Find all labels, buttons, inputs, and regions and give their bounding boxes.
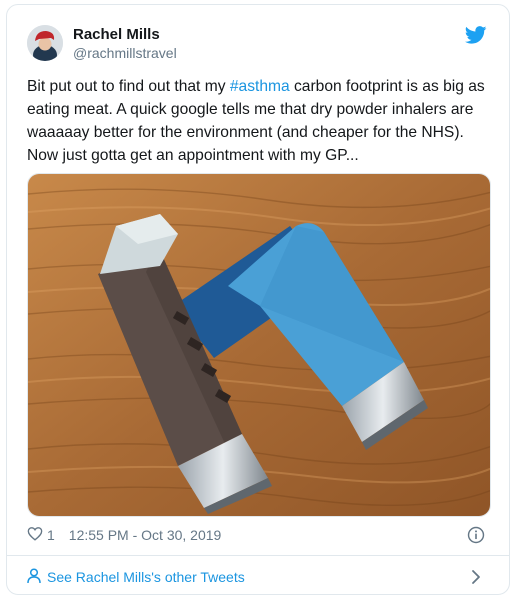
avatar[interactable]	[27, 25, 63, 61]
tweet-text-before-tag: Bit put out to find out that my	[27, 78, 230, 95]
info-circle-icon[interactable]	[467, 526, 485, 549]
see-more-tweets-link[interactable]: See Rachel Mills's other Tweets	[27, 564, 495, 590]
hashtag-link[interactable]: #asthma	[230, 78, 290, 95]
like-count[interactable]: 1	[47, 527, 55, 543]
avatar-image	[27, 25, 63, 61]
inhalers-photo-image	[28, 174, 490, 516]
heart-outline-icon[interactable]	[27, 526, 43, 544]
see-more-tweets-label[interactable]: See Rachel Mills's other Tweets	[47, 569, 245, 585]
chevron-right-icon[interactable]	[471, 569, 481, 590]
tweet-photo[interactable]	[27, 173, 491, 517]
twitter-bird-icon[interactable]	[464, 26, 487, 49]
person-outline-icon	[27, 567, 41, 587]
author-handle[interactable]: @rachmillstravel	[73, 45, 177, 61]
tweet-card: Rachel Mills @rachmillstravel Bit put ou…	[6, 4, 510, 595]
footer-divider	[7, 555, 509, 556]
tweet-text: Bit put out to find out that my #asthma …	[27, 75, 493, 167]
tweet-meta: 1 12:55 PM - Oct 30, 2019	[27, 524, 221, 546]
author-name[interactable]: Rachel Mills	[73, 26, 160, 43]
tweet-timestamp[interactable]: 12:55 PM - Oct 30, 2019	[69, 527, 222, 543]
